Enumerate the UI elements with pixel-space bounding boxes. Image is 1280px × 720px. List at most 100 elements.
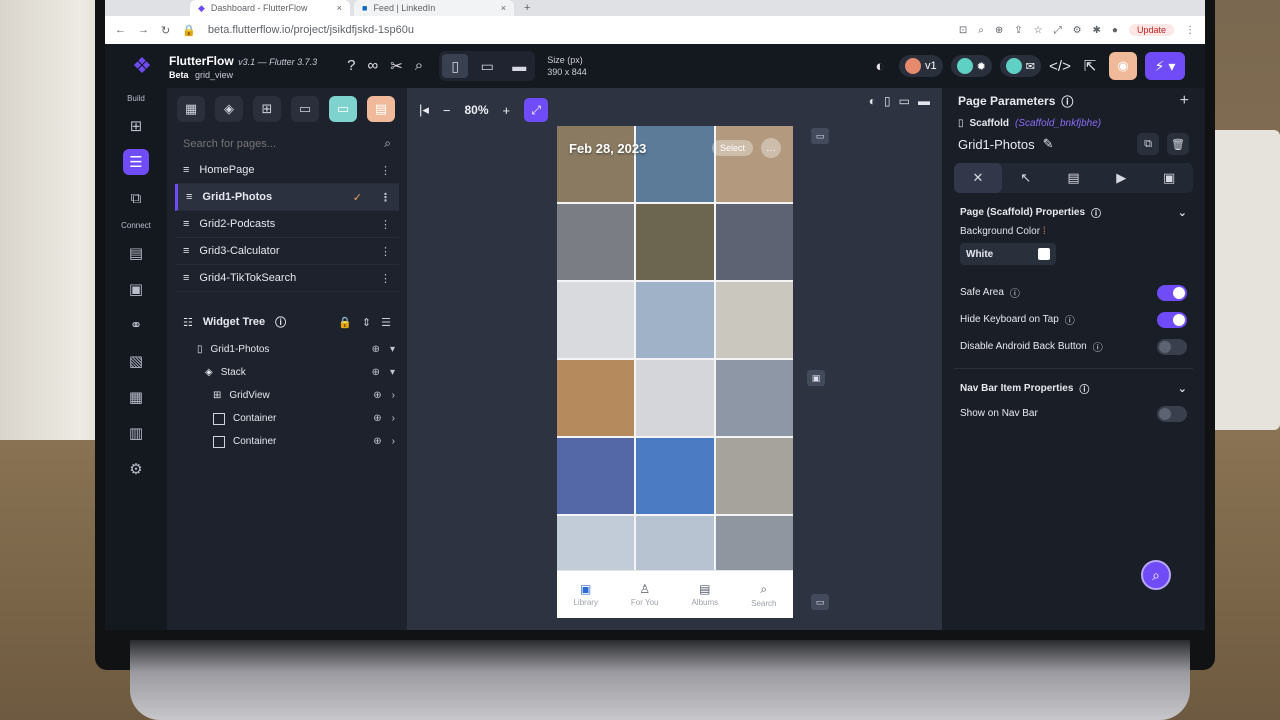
add-child-icon[interactable]: ⊕ xyxy=(373,413,381,424)
show-nav-bar-toggle[interactable] xyxy=(1157,405,1187,422)
chevron-right-icon[interactable]: › xyxy=(392,390,395,401)
help-icon[interactable]: ? xyxy=(347,57,355,75)
photo-tile[interactable] xyxy=(636,204,714,280)
tab-actions[interactable]: ↖ xyxy=(1002,163,1050,193)
safe-area-toggle[interactable] xyxy=(1157,284,1187,301)
page-search-input[interactable] xyxy=(183,137,363,150)
firestore-icon[interactable]: ▤ xyxy=(123,240,149,266)
add-parameter-icon[interactable]: + xyxy=(1180,92,1189,110)
tab-backend-query[interactable]: ▤ xyxy=(1050,163,1098,193)
photo-tile[interactable] xyxy=(636,360,714,436)
dark-mode-icon[interactable]: ◐ xyxy=(869,94,876,108)
more-options-icon[interactable]: ⋮ xyxy=(380,191,391,204)
nav-library[interactable]: ▣ Library xyxy=(573,582,597,607)
fit-screen-icon[interactable]: ⤢ xyxy=(524,98,549,122)
search-icon[interactable]: ⌕ xyxy=(415,57,423,75)
tree-node-container[interactable]: Container ⊕ › xyxy=(167,430,407,453)
photo-tile[interactable] xyxy=(715,282,793,358)
install-icon[interactable]: ⊡ xyxy=(959,25,967,36)
components-tab-icon[interactable]: ◈ xyxy=(215,96,243,122)
chevron-down-icon[interactable]: ▾ xyxy=(390,344,395,355)
expand-icon[interactable]: ⤢ xyxy=(1054,25,1062,36)
photo-tile[interactable] xyxy=(715,204,793,280)
expand-icon[interactable]: ⇕ xyxy=(362,316,371,329)
theme-settings-icon[interactable]: ▥ xyxy=(123,420,149,446)
link-icon[interactable]: ∞ xyxy=(368,57,379,75)
drag-handle-icon[interactable]: ≡ xyxy=(183,218,189,230)
more-icon[interactable]: … xyxy=(761,138,781,158)
tree-node-stack[interactable]: ◈ Stack ⊕ ▾ xyxy=(167,361,407,384)
tree-node-page[interactable]: ▯ Grid1-Photos ⊕ ▾ xyxy=(167,338,407,361)
tablet-device-icon[interactable]: ▭ xyxy=(474,54,500,78)
search-icon[interactable]: ⌕ xyxy=(978,25,984,36)
reload-icon[interactable]: ↻ xyxy=(161,24,170,37)
disable-back-toggle[interactable] xyxy=(1157,338,1187,355)
zoom-out-icon[interactable]: − xyxy=(443,103,451,118)
edit-icon[interactable]: ✎ xyxy=(1043,136,1054,152)
folder-icon[interactable]: ▭ xyxy=(291,96,319,122)
more-options-icon[interactable]: ⋮ xyxy=(380,218,391,231)
more-options-icon[interactable]: ⋮ xyxy=(380,272,391,285)
debug-pill[interactable]: ✹ xyxy=(950,55,992,77)
phone-landscape-icon[interactable]: ▭ xyxy=(899,94,910,108)
close-icon[interactable]: × xyxy=(501,3,506,13)
photo-tile[interactable] xyxy=(715,438,793,514)
puzzle-icon[interactable]: ✱ xyxy=(1093,25,1101,36)
add-widget-icon[interactable]: ⊞ xyxy=(123,113,149,139)
add-child-icon[interactable]: ⊕ xyxy=(372,344,380,355)
info-icon[interactable]: ⓘ xyxy=(1079,381,1089,396)
photo-tile[interactable] xyxy=(557,204,635,280)
more-options-icon[interactable]: ⋮ xyxy=(380,245,391,258)
copy-icon[interactable]: ⧉ xyxy=(1137,133,1159,155)
photo-tile[interactable] xyxy=(557,360,635,436)
nav-search[interactable]: ⌕ Search xyxy=(751,582,776,608)
add-child-icon[interactable]: ⊕ xyxy=(372,367,380,378)
add-child-icon[interactable]: ⊕ xyxy=(373,436,381,447)
info-icon[interactable]: ⓘ xyxy=(275,314,286,330)
new-tab-button[interactable]: + xyxy=(518,2,536,14)
nav-for-you[interactable]: ♙ For You xyxy=(631,582,659,607)
design-canvas[interactable]: |◂ − 80% + ⤢ ◐ ▯ ▭ ▬ ▭ ▣ ▭ Feb 28, 2023 … xyxy=(407,88,942,630)
select-button[interactable]: Select xyxy=(711,140,753,156)
page-item-homepage[interactable]: ≡ HomePage ⋮ xyxy=(175,157,399,184)
drag-handle-icon[interactable]: ≡ xyxy=(183,164,189,176)
run-button[interactable]: ⚡ ▾ xyxy=(1145,52,1185,80)
browser-tab-flutterflow[interactable]: ◆ Dashboard - FlutterFlow × xyxy=(190,0,350,16)
page-selector-icon[interactable]: ☰ xyxy=(123,149,149,175)
url-field[interactable]: beta.flutterflow.io/project/jsikdfjskd-1… xyxy=(208,24,414,36)
drag-handle-icon[interactable]: ≡ xyxy=(183,272,189,284)
app-state-icon[interactable]: ⚭ xyxy=(123,312,149,338)
profile-avatar[interactable]: ● xyxy=(1112,25,1118,36)
info-icon[interactable]: ⓘ xyxy=(1010,285,1020,300)
settings-gear-icon[interactable]: ⚙ xyxy=(123,456,149,482)
lock-icon[interactable]: 🔒 xyxy=(338,316,352,329)
tools-icon[interactable]: ✂ xyxy=(390,57,403,75)
info-icon[interactable]: ⓘ xyxy=(1091,205,1101,220)
photo-tile[interactable] xyxy=(636,282,714,358)
close-icon[interactable]: × xyxy=(337,3,342,13)
collapse-icon[interactable]: ☰ xyxy=(381,316,391,329)
chevron-right-icon[interactable]: › xyxy=(392,436,395,447)
nav-bar-properties-section[interactable]: Nav Bar Item Properties ⓘ ⌄ xyxy=(942,377,1205,400)
menu-dots-icon[interactable]: ⋮ xyxy=(1185,25,1195,36)
background-color-field[interactable]: White xyxy=(960,243,1056,265)
forward-icon[interactable]: → xyxy=(138,24,149,36)
color-swatch[interactable] xyxy=(1038,248,1050,260)
size-value[interactable]: 390 x 844 xyxy=(547,66,587,78)
desktop-device-icon[interactable]: ▬ xyxy=(506,54,532,78)
zoom-icon[interactable]: ⊕ xyxy=(995,25,1003,36)
collab-pill[interactable]: ✉ xyxy=(999,55,1041,77)
version-pill[interactable]: v1 xyxy=(898,55,943,77)
page-item-grid3-calculator[interactable]: ≡ Grid3-Calculator ⋮ xyxy=(175,238,399,265)
media-assets-icon[interactable]: ▧ xyxy=(123,348,149,374)
canvas-side-button[interactable]: ▭ xyxy=(811,594,829,610)
storyboard-icon[interactable]: ⧉ xyxy=(123,185,149,211)
open-external-icon[interactable]: ⇱ xyxy=(1079,57,1101,75)
back-icon[interactable]: ← xyxy=(115,24,126,36)
info-icon[interactable]: ⓘ xyxy=(1093,339,1103,354)
info-icon[interactable]: ⓘ xyxy=(1065,312,1075,327)
pages-tab-icon[interactable]: ▦ xyxy=(177,96,205,122)
api-icon[interactable]: ▣ xyxy=(123,276,149,302)
page-item-grid2-podcasts[interactable]: ≡ Grid2-Podcasts ⋮ xyxy=(175,211,399,238)
drag-handle-icon[interactable]: ≡ xyxy=(186,191,192,203)
